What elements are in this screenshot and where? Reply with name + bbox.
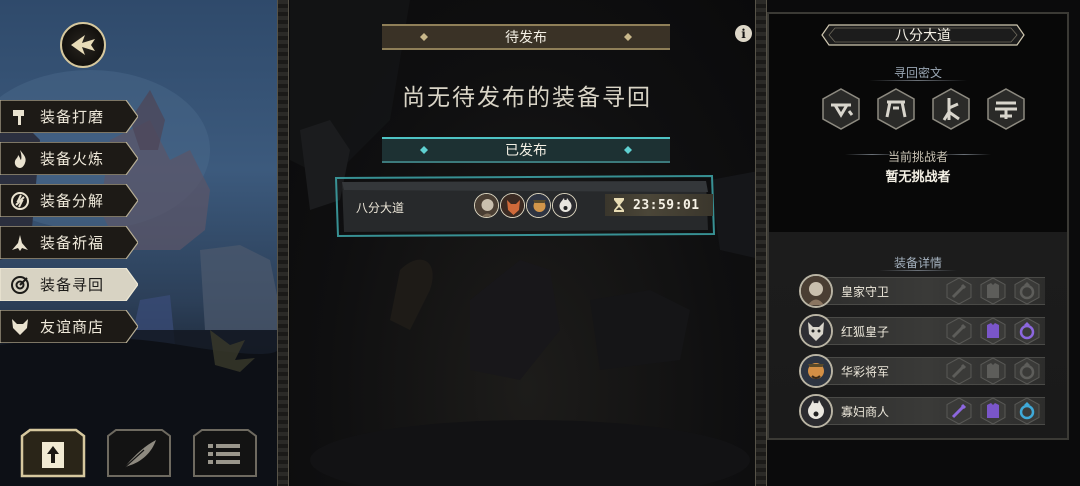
challenger-label: 当前挑战者 [887,150,948,164]
flame-icon [0,149,40,169]
menu-item-label: 装备分解 [40,192,105,210]
detail-panel: 八分大道 寻回密文 当前挑战者 暂无挑战者 装备详情 皇家守卫 红狐皇子 华彩将… [767,12,1069,440]
middle-background [290,0,764,486]
scene-panel: 装备打磨 装备火炼 装备分解 装备祈福 装备寻回 友谊商店 [0,0,278,486]
side-menu: 装备打磨 装备火炼 装备分解 装备祈福 装备寻回 友谊商店 [0,100,138,352]
pending-banner: 待发布 [382,24,670,50]
upload-button[interactable] [18,428,88,478]
rune-3-icon [931,88,971,130]
menu-item-label: 装备寻回 [40,276,105,294]
equipment-row[interactable]: 华彩将军 [795,354,1045,388]
right-divider [755,0,767,486]
equipment-hero-name: 寡妇商人 [841,405,890,419]
menu-item-label: 装备祈福 [40,234,105,252]
avatar [799,274,833,308]
published-entry-heroes [474,193,577,218]
hammer-icon [0,107,40,127]
dismantle-icon [0,191,40,211]
weapon-slot-icon [946,317,972,345]
menu-item-dismantle[interactable]: 装备分解 [0,184,138,217]
weapon-slot-icon [946,277,972,305]
published-entry-card[interactable]: 八分大道 23:59:01 [332,172,716,238]
equipment-slots [945,397,1041,425]
menu-item-pray[interactable]: 装备祈福 [0,226,138,259]
published-entry-timer: 23:59:01 [605,194,713,216]
list-button[interactable] [190,428,260,478]
rune-2-icon [876,88,916,130]
published-entry-name: 八分大道 [356,201,405,215]
feather-button[interactable] [104,428,174,478]
left-divider [277,0,289,486]
back-button[interactable] [60,22,106,68]
equipment-hero-name: 皇家守卫 [841,285,890,299]
feather-icon [107,429,171,477]
published-banner: 已发布 [382,137,670,163]
rune-1-icon [821,88,861,130]
armor-slot-icon [980,277,1006,305]
menu-item-friend-shop[interactable]: 友谊商店 [0,310,138,343]
equipment-hero-name: 华彩将军 [841,365,890,379]
timer-value: 23:59:01 [633,197,700,213]
avatar [799,394,833,428]
runes-label-underline [869,80,967,81]
hero-avatar-merchant [552,193,577,218]
armor-slot-icon [980,317,1006,345]
runes-label: 寻回密文 [893,66,942,80]
detail-title-label: 八分大道 [895,28,951,44]
fox-icon [0,317,40,337]
avatar [799,354,833,388]
avatar [799,314,833,348]
equipment-label: 装备详情 [893,256,942,270]
back-arrow-icon [71,35,95,55]
ring-slot-icon [1014,397,1040,425]
equipment-list: 皇家守卫 红狐皇子 华彩将军 寡妇商人 [795,274,1045,434]
ring-slot-icon [1014,277,1040,305]
hero-avatar-royal-guard [474,193,499,218]
menu-item-label: 装备打磨 [40,108,105,126]
hero-avatar-red-fox [500,193,525,218]
upload-icon [20,428,86,478]
menu-item-polish[interactable]: 装备打磨 [0,100,138,133]
list-icon [193,429,257,477]
hourglass-icon [614,198,624,212]
equipment-slots [945,357,1041,385]
ring-slot-icon [1014,357,1040,385]
menu-item-label: 装备火炼 [40,150,105,168]
bottom-buttons [18,428,260,478]
rune-cipher-row [821,88,1026,130]
pending-banner-label: 待发布 [505,30,547,46]
armor-slot-icon [980,397,1006,425]
menu-item-retrieve[interactable]: 装备寻回 [0,268,138,301]
challenger-value: 暂无挑战者 [885,170,951,185]
equipment-hero-name: 红狐皇子 [841,325,890,339]
ring-slot-icon [1014,317,1040,345]
equipment-slots [945,317,1041,345]
weapon-slot-icon [946,357,972,385]
release-panel: 待发布 i 尚无待发布的装备寻回 已发布 八分大道 23:59:01 [290,0,764,486]
hero-avatar-general [526,193,551,218]
armor-slot-icon [980,357,1006,385]
equipment-row[interactable]: 皇家守卫 [795,274,1045,308]
weapon-slot-icon [946,397,972,425]
equipment-label-underline [879,270,957,271]
equipment-row[interactable]: 红狐皇子 [795,314,1045,348]
target-icon [0,275,40,295]
menu-item-fire-refine[interactable]: 装备火炼 [0,142,138,175]
menu-item-label: 友谊商店 [40,318,105,336]
rune-4-icon [986,88,1026,130]
equipment-row[interactable]: 寡妇商人 [795,394,1045,428]
empty-message: 尚无待发布的装备寻回 [402,85,652,111]
published-banner-label: 已发布 [505,143,547,159]
info-button[interactable]: i [735,25,752,42]
pray-icon [0,233,40,253]
detail-title: 八分大道 [821,24,1025,46]
equipment-slots [945,277,1041,305]
